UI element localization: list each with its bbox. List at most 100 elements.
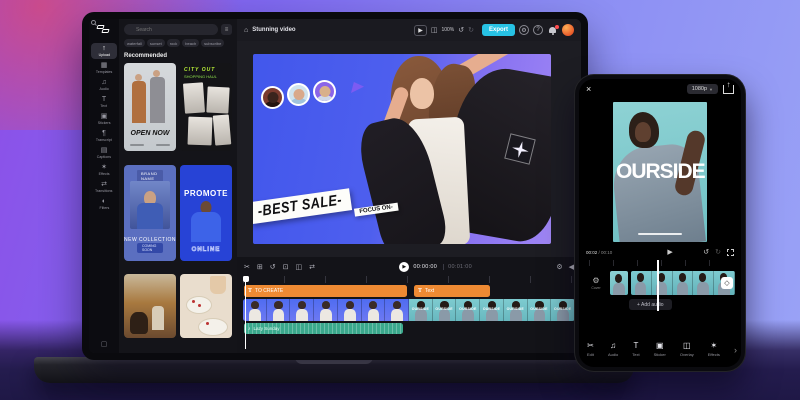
sidebar-item-upload[interactable]: ↑ Upload xyxy=(91,43,117,59)
avatar-sticker[interactable] xyxy=(287,83,310,106)
tool-audio[interactable]: ♫ Audio xyxy=(608,342,618,357)
audio-clip[interactable]: ♪ Lazy Sunday xyxy=(244,323,403,334)
template-card-city-out[interactable]: CITY OUT SHOPPING HAUL xyxy=(180,63,232,151)
tag-pill[interactable]: subscribe xyxy=(201,39,224,47)
template-card-brand-name[interactable]: BRAND NAME NEW COLLECTION COMING SOON xyxy=(124,165,176,261)
user-avatar[interactable] xyxy=(562,24,574,36)
filter-icon[interactable]: ≡ xyxy=(221,24,232,35)
search-input[interactable] xyxy=(124,24,218,35)
export-share-icon[interactable] xyxy=(723,85,734,94)
text-icon: T xyxy=(633,342,638,350)
redo-icon[interactable]: ↻ xyxy=(715,249,721,256)
text-clip[interactable]: T TO CREATE xyxy=(244,285,407,297)
template-card-food[interactable] xyxy=(180,274,232,338)
timeline-play-button[interactable]: ▶ xyxy=(399,262,409,272)
figure xyxy=(132,81,146,123)
rail-more-icon[interactable]: ▢ xyxy=(101,340,108,348)
template-card-travel[interactable] xyxy=(124,274,176,338)
tag-pill[interactable]: sunset xyxy=(147,39,165,47)
video-frame-thumb: OURSIDE xyxy=(456,299,480,321)
mobile-video-canvas[interactable]: OURSIDE xyxy=(613,102,707,242)
video-canvas[interactable]: -BEST SALE- FOCUS ON- xyxy=(253,54,551,244)
template-card-open-now[interactable]: OPEN NOW xyxy=(124,63,176,151)
delete-icon[interactable]: ⊞ xyxy=(257,264,263,271)
avatar-sticker[interactable] xyxy=(261,86,284,109)
audio-icon: ♫ xyxy=(101,79,106,86)
undo-icon[interactable]: ↺ xyxy=(458,27,464,34)
sidebar-item-captions[interactable]: ▤ Captions xyxy=(91,145,117,161)
notifications-icon[interactable] xyxy=(549,27,556,33)
video-frame-thumb xyxy=(652,271,673,295)
add-audio-button[interactable]: + Add audio xyxy=(629,299,672,310)
timeline-settings-icon[interactable]: ⚙ xyxy=(556,264,562,271)
tag-row: waterfall sunset rock beach subscribe xyxy=(124,39,232,47)
avatar-stickers[interactable] xyxy=(261,80,339,109)
chevron-down-icon: ▼ xyxy=(709,87,713,92)
sidebar-rail: ↑ Upload ▦ Templates ♫ Audio T Text ▣ St… xyxy=(89,19,119,353)
playhead[interactable] xyxy=(245,276,246,349)
tool-overlay[interactable]: ◫ Overlay xyxy=(680,342,694,357)
template-card-promote[interactable]: PROMOTE ONLINE xyxy=(180,165,232,261)
settings-icon[interactable]: ⚙ xyxy=(519,25,529,35)
zoom-level[interactable]: 100% xyxy=(441,27,454,33)
best-sale-text-element[interactable]: -BEST SALE- FOCUS ON- xyxy=(253,186,370,224)
transition-icon[interactable]: ⇄ xyxy=(309,264,315,271)
rotate-icon[interactable]: ↺ xyxy=(270,264,276,271)
close-icon[interactable]: × xyxy=(586,84,591,94)
sidebar-item-filters[interactable]: ◐ Filters xyxy=(91,196,117,212)
cursor-arrow-icon xyxy=(351,82,364,93)
title-text-element[interactable]: OURSIDE xyxy=(616,160,705,184)
split-icon[interactable]: ✂ xyxy=(244,264,250,271)
sidebar-item-effects[interactable]: ✶ Effects xyxy=(91,162,117,178)
tag-pill[interactable]: waterfall xyxy=(124,39,145,47)
sidebar-item-stickers[interactable]: ▣ Stickers xyxy=(91,111,117,127)
display-ratio-icon[interactable]: ◫ xyxy=(431,27,438,34)
video-frame-thumb xyxy=(631,271,652,295)
timeline-section: ✂ ⊞ ↺ ⊡ ◫ ⇄ ▶ 00:00:00 00:01:00 ⚙ ◀ xyxy=(237,257,581,353)
transition-button[interactable]: ◇ xyxy=(721,277,733,289)
undo-icon[interactable]: ↺ xyxy=(703,249,709,256)
sidebar-item-templates[interactable]: ▦ Templates xyxy=(91,60,117,76)
crop-icon[interactable]: ⊡ xyxy=(283,264,289,271)
preview-play-button[interactable]: ▶ xyxy=(414,25,427,36)
help-icon[interactable]: ? xyxy=(533,25,543,35)
sticker-icon: ▣ xyxy=(656,342,664,350)
tag-pill[interactable]: rock xyxy=(167,39,181,47)
preview-area: -BEST SALE- FOCUS ON- xyxy=(237,41,581,257)
clip-thumbnail[interactable] xyxy=(610,271,628,295)
mobile-playbar: 00:02 / 00:10 ▶ ↺ ↻ xyxy=(579,245,741,260)
sidebar-item-transcript[interactable]: ¶ Transcript xyxy=(91,128,117,144)
video-frame-thumb xyxy=(693,271,714,295)
search-icon xyxy=(91,20,96,25)
tool-effects[interactable]: ✶ Effects xyxy=(708,342,720,357)
tool-sticker[interactable]: ▣ Sticker xyxy=(654,342,666,357)
avatar-sticker[interactable] xyxy=(313,80,336,103)
tool-edit[interactable]: ✂ Edit xyxy=(587,342,594,357)
play-icon[interactable]: ▶ xyxy=(667,249,672,256)
text-clip[interactable]: T Text xyxy=(414,285,490,297)
export-button[interactable]: Export xyxy=(482,24,515,36)
project-title[interactable]: Stunning video xyxy=(252,27,295,33)
toolbar-more-icon[interactable]: › xyxy=(734,345,737,355)
video-frame-thumb: OURSIDE xyxy=(528,299,552,321)
video-frame-thumb: OURSIDE xyxy=(433,299,457,321)
sidebar-item-transitions[interactable]: ⇄ Transitions xyxy=(91,179,117,195)
video-frame-thumb xyxy=(243,299,267,321)
sidebar-item-text[interactable]: T Text xyxy=(91,94,117,110)
tool-text[interactable]: T Text xyxy=(632,342,639,357)
mirror-icon[interactable]: ◫ xyxy=(296,264,303,271)
home-icon[interactable]: ⌂ xyxy=(244,27,248,34)
redo-icon[interactable]: ↻ xyxy=(468,27,474,34)
mobile-playhead[interactable] xyxy=(657,260,659,311)
video-track[interactable]: OURSIDE OURSIDE OURSIDE OURSIDE OURSIDE … xyxy=(243,299,575,321)
mobile-video-track[interactable]: ◇ xyxy=(631,271,735,295)
resolution-dropdown[interactable]: 1080p ▼ xyxy=(687,84,718,94)
video-frame-thumb: OURSIDE xyxy=(504,299,528,321)
sidebar-item-audio[interactable]: ♫ Audio xyxy=(91,77,117,93)
tag-pill[interactable]: beach xyxy=(182,39,199,47)
capcut-logo xyxy=(96,24,112,36)
fullscreen-icon[interactable] xyxy=(727,249,734,256)
cover-settings[interactable]: ⚙ Cover xyxy=(585,277,607,290)
timeline-ruler[interactable] xyxy=(243,276,575,283)
mobile-timeline-wrap: ⚙ Cover ◇ + Add audio xyxy=(579,266,741,311)
